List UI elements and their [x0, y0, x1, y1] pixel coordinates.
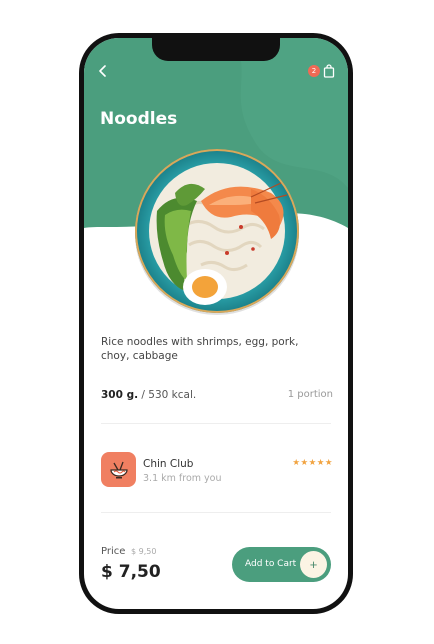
restaurant-distance: 3.1 km from you [143, 473, 222, 484]
shopping-bag-icon [323, 64, 335, 78]
divider [101, 512, 331, 513]
phone-frame: 2 Noodles Rice noodles with shrimps, egg… [79, 33, 353, 614]
noodle-bowl-icon [109, 461, 128, 478]
back-button[interactable] [96, 64, 110, 78]
plus-icon: + [300, 551, 327, 578]
add-to-cart-label: Add to Cart [245, 559, 297, 569]
add-to-cart-button[interactable]: Add to Cart + [232, 547, 331, 582]
price-label: Price [101, 546, 126, 557]
screen: 2 Noodles Rice noodles with shrimps, egg… [84, 38, 348, 609]
restaurant-rating: ★★★★★ [292, 458, 333, 468]
chevron-left-icon [99, 65, 106, 77]
cart-count-badge: 2 [308, 65, 320, 77]
restaurant-logo[interactable] [101, 452, 136, 487]
current-price: $ 7,50 [101, 562, 161, 582]
product-weight: 300 g. [101, 389, 139, 401]
product-calories: / 530 kcal. [141, 389, 197, 401]
old-price: $ 9,50 [131, 547, 157, 556]
divider [101, 423, 331, 424]
restaurant-name[interactable]: Chin Club [143, 458, 193, 470]
portion-size: 1 portion [287, 389, 333, 400]
phone-notch [152, 38, 280, 61]
page-title: Noodles [100, 109, 178, 129]
dish-image [135, 149, 299, 315]
cart-button[interactable]: 2 [308, 64, 338, 79]
product-weight-calories: 300 g. / 530 kcal. [101, 389, 196, 401]
product-description: Rice noodles with shrimps, egg, pork, ch… [101, 336, 299, 362]
